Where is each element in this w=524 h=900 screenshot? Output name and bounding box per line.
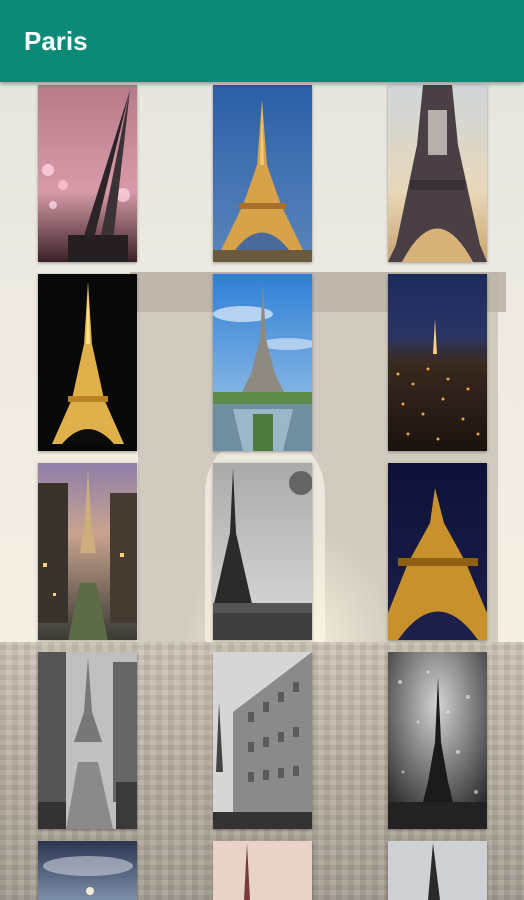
gallery-item[interactable] — [388, 274, 487, 451]
photo-paris-buildings-bw — [213, 652, 312, 829]
gallery-item[interactable] — [213, 274, 312, 451]
gallery-item[interactable] — [38, 841, 137, 900]
photo-eiffel-trocadero — [213, 274, 312, 451]
gallery-item[interactable] — [38, 85, 137, 262]
photo-eiffel-golden-blue — [213, 85, 312, 262]
photo-paris-street-dusk — [38, 463, 137, 640]
app-bar: Paris — [0, 0, 524, 82]
gallery-item[interactable] — [213, 85, 312, 262]
photo-paris-skyline-clouds — [38, 841, 137, 900]
gallery-item[interactable] — [38, 274, 137, 451]
gallery-item[interactable] — [213, 841, 312, 900]
gallery-item[interactable] — [388, 841, 487, 900]
photo-eiffel-night-lit — [38, 274, 137, 451]
photo-eiffel-black-white — [213, 463, 312, 640]
photo-eiffel-grey-sky — [388, 841, 487, 900]
gallery-item[interactable] — [213, 652, 312, 829]
gallery-item[interactable] — [38, 652, 137, 829]
gallery-item[interactable] — [213, 463, 312, 640]
photo-eiffel-pink-sky — [213, 841, 312, 900]
gallery-item[interactable] — [38, 463, 137, 640]
page-title: Paris — [24, 26, 88, 56]
photo-paris-street-bw — [38, 652, 137, 829]
photo-eiffel-base-sunset — [388, 85, 487, 262]
photo-eiffel-rain-window — [388, 652, 487, 829]
gallery-item[interactable] — [388, 85, 487, 262]
gallery-item[interactable] — [388, 652, 487, 829]
photo-eiffel-pink-bokeh — [38, 85, 137, 262]
photo-paris-city-night — [388, 274, 487, 451]
gallery-item[interactable] — [388, 463, 487, 640]
photo-eiffel-golden-closeup — [388, 463, 487, 640]
